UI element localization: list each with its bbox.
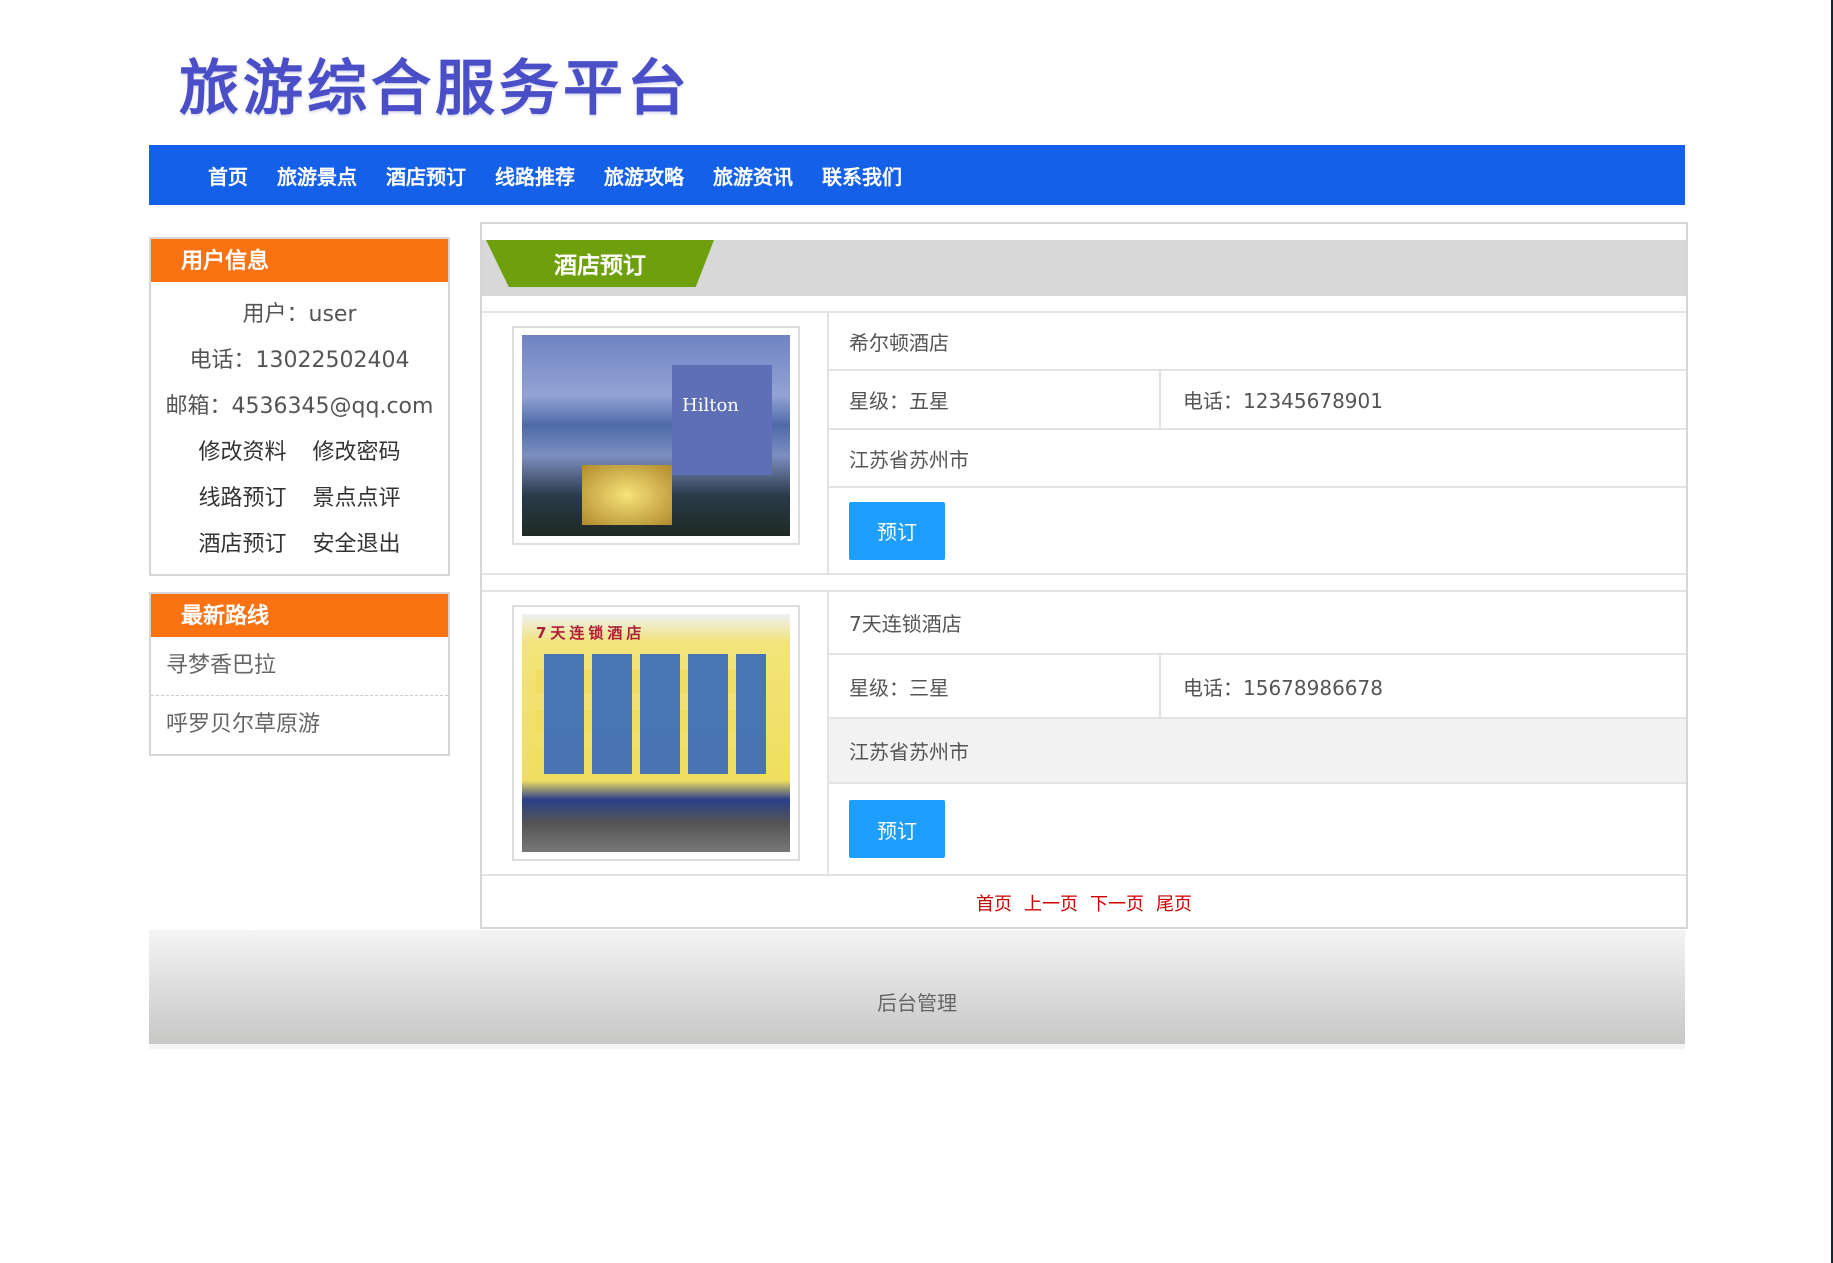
pagination: 首页上一页下一页尾页 bbox=[482, 890, 1686, 916]
hotel-name: 7天连锁酒店 bbox=[829, 592, 1686, 655]
edit-profile-link[interactable]: 修改资料 bbox=[198, 430, 286, 476]
user-info-title: 用户信息 bbox=[151, 239, 448, 282]
footer-divider bbox=[149, 1044, 1685, 1049]
user-phone: 电话：13022502404 bbox=[151, 338, 448, 384]
logout-link[interactable]: 安全退出 bbox=[313, 522, 401, 568]
latest-routes-panel: 最新路线 寻梦香巴拉 呼罗贝尔草原游 bbox=[149, 592, 450, 756]
change-password-link[interactable]: 修改密码 bbox=[313, 430, 401, 476]
book-button[interactable]: 预订 bbox=[849, 502, 945, 560]
hotel-image[interactable]: Hilton bbox=[512, 326, 800, 545]
route-booking-link[interactable]: 线路预订 bbox=[198, 476, 286, 522]
admin-link[interactable]: 后台管理 bbox=[877, 991, 957, 1015]
hotel-address: 江苏省苏州市 bbox=[829, 430, 1686, 488]
attraction-review-link[interactable]: 景点点评 bbox=[313, 476, 401, 522]
section-title: 酒店预订 bbox=[486, 240, 714, 287]
nav-contact[interactable]: 联系我们 bbox=[822, 161, 902, 190]
page-next[interactable]: 下一页 bbox=[1090, 894, 1144, 915]
nav-attractions[interactable]: 旅游景点 bbox=[277, 161, 357, 190]
page-last[interactable]: 尾页 bbox=[1156, 894, 1192, 915]
hotel-booking-section: 酒店预订 Hilton 希尔顿酒店 星级：五星电话：12345678901 江苏… bbox=[480, 222, 1688, 929]
hotel-card: 7天连锁酒店 7天连锁酒店 星级：三星电话：15678986678 江苏省苏州市… bbox=[482, 590, 1686, 876]
hotel-stars: 星级：三星 bbox=[829, 655, 1161, 717]
user-name: 用户：user bbox=[151, 292, 448, 338]
hotel-stars: 星级：五星 bbox=[829, 371, 1161, 428]
page-prev[interactable]: 上一页 bbox=[1024, 894, 1078, 915]
hotel-booking-link[interactable]: 酒店预订 bbox=[198, 522, 286, 568]
footer: 后台管理 bbox=[149, 930, 1685, 1044]
route-item[interactable]: 呼罗贝尔草原游 bbox=[151, 695, 448, 753]
hotel-address: 江苏省苏州市 bbox=[829, 719, 1686, 784]
main-nav: 首页 旅游景点 酒店预订 线路推荐 旅游攻略 旅游资讯 联系我们 bbox=[149, 145, 1685, 205]
hotel-image-logo: Hilton bbox=[682, 395, 739, 416]
hotel-image-logo: 7天连锁酒店 bbox=[536, 622, 645, 643]
route-item[interactable]: 寻梦香巴拉 bbox=[151, 637, 448, 695]
hotel-phone: 电话：12345678901 bbox=[1161, 385, 1383, 414]
hotel-name: 希尔顿酒店 bbox=[829, 313, 1686, 371]
hotel-card: Hilton 希尔顿酒店 星级：五星电话：12345678901 江苏省苏州市 … bbox=[482, 311, 1686, 575]
nav-routes[interactable]: 线路推荐 bbox=[495, 161, 575, 190]
latest-routes-title: 最新路线 bbox=[151, 594, 448, 637]
nav-news[interactable]: 旅游资讯 bbox=[713, 161, 793, 190]
book-button[interactable]: 预订 bbox=[849, 800, 945, 858]
nav-home[interactable]: 首页 bbox=[208, 161, 248, 190]
nav-guides[interactable]: 旅游攻略 bbox=[604, 161, 684, 190]
user-email: 邮箱：4536345@qq.com bbox=[151, 384, 448, 430]
nav-hotel-booking[interactable]: 酒店预订 bbox=[386, 161, 466, 190]
section-title-bar: 酒店预订 bbox=[482, 240, 1686, 296]
hotel-image[interactable]: 7天连锁酒店 bbox=[512, 605, 800, 861]
hotel-phone: 电话：15678986678 bbox=[1161, 672, 1383, 701]
site-logo: 旅游综合服务平台 bbox=[179, 40, 691, 127]
page-first[interactable]: 首页 bbox=[976, 894, 1012, 915]
user-info-panel: 用户信息 用户：user 电话：13022502404 邮箱：4536345@q… bbox=[149, 237, 450, 576]
